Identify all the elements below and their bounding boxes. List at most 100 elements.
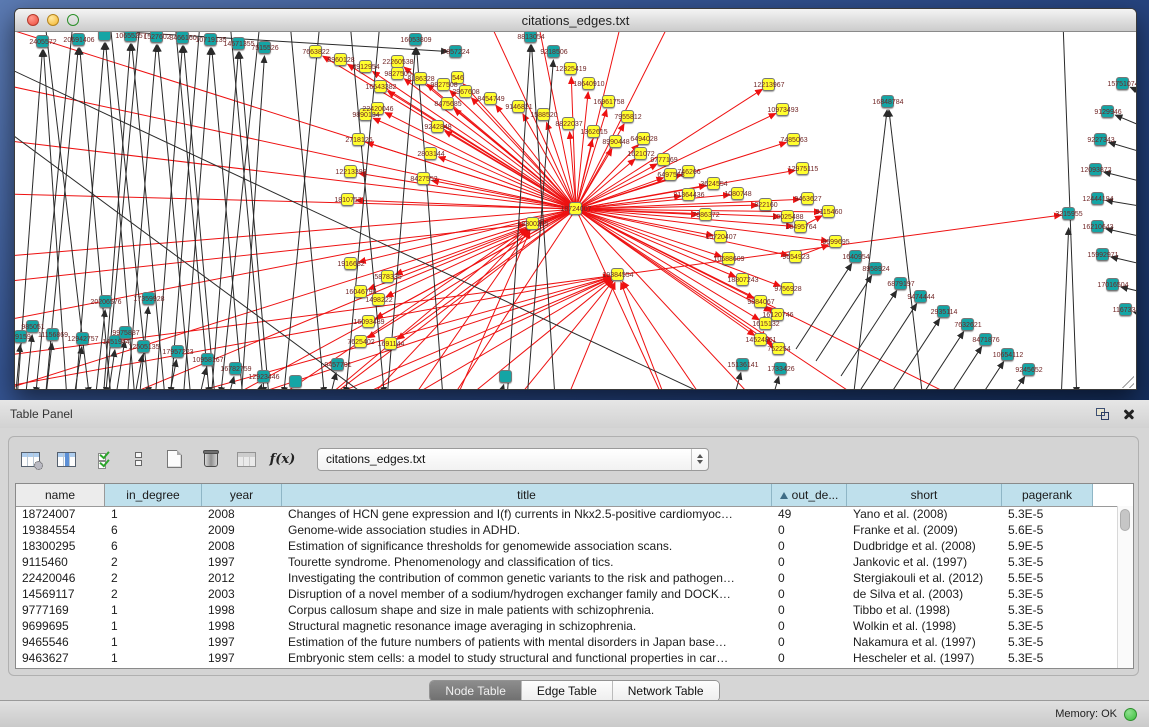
close-panel-icon[interactable] [1123,408,1135,420]
network-node[interactable] [881,95,894,108]
table-cell[interactable]: 5.3E-5 [1002,603,1093,617]
network-node[interactable] [759,317,772,330]
network-node[interactable] [431,120,444,133]
network-node[interactable] [359,108,372,121]
row-height-button[interactable] [125,446,152,473]
table-cell[interactable]: 5.9E-5 [1002,539,1093,553]
table-cell[interactable]: Changes of HCN gene expression and I(f) … [282,507,772,521]
network-node[interactable] [257,370,270,383]
network-node[interactable] [979,333,992,346]
table-cell[interactable]: 2 [105,587,202,601]
network-node[interactable] [682,165,695,178]
network-node[interactable] [587,125,600,138]
network-node[interactable] [564,62,577,75]
table-cell[interactable]: 2 [105,555,202,569]
network-node[interactable] [796,162,809,175]
table-row[interactable]: 977716911998Corpus callosum shape and si… [16,602,1118,618]
table-cell[interactable]: Corpus callosum shape and size in male p… [282,603,772,617]
network-node[interactable] [609,135,622,148]
table-cell[interactable]: 0 [772,587,847,601]
network-node[interactable] [391,67,404,80]
table-cell[interactable]: Estimation of the future numbers of pati… [282,635,772,649]
network-node[interactable] [1089,163,1102,176]
network-node[interactable] [26,320,39,333]
table-cell[interactable]: 0 [772,571,847,585]
table-row[interactable]: 911546021997Tourette syndrome. Phenomeno… [16,554,1118,570]
tab-edge-table[interactable]: Edge Table [521,681,612,701]
network-node[interactable] [664,168,677,181]
network-node[interactable] [526,217,539,230]
table-cell[interactable]: 5.3E-5 [1002,587,1093,601]
network-node[interactable] [437,78,450,91]
table-cell[interactable]: 1 [105,635,202,649]
network-node[interactable] [459,85,472,98]
table-cell[interactable]: 1997 [202,635,282,649]
table-cell[interactable]: 9699695 [16,619,105,633]
table-row[interactable]: 969969511998Structural magnetic resonanc… [16,618,1118,634]
table-cell[interactable]: 5.3E-5 [1002,555,1093,569]
select-columns-button[interactable] [89,446,116,473]
table-cell[interactable]: de Silva et al. (2003) [847,587,1002,601]
table-cell[interactable]: 9463627 [16,651,105,665]
table-cell[interactable]: 1998 [202,619,282,633]
network-node[interactable] [1001,348,1014,361]
table-cell[interactable]: 2012 [202,571,282,585]
table-cell[interactable]: Yano et al. (2008) [847,507,1002,521]
table-cell[interactable]: Wolkin et al. (1998) [847,619,1002,633]
network-node[interactable] [15,330,27,343]
table-cell[interactable]: 0 [772,539,847,553]
network-node[interactable] [771,308,784,321]
network-node[interactable] [331,358,344,371]
network-canvas[interactable]: 2405572206914061065525715276028466160107… [15,32,1136,390]
table-cell[interactable]: Genome-wide association studies in ADHD. [282,523,772,537]
network-node[interactable] [736,358,749,371]
table-cell[interactable]: Investigating the contribution of common… [282,571,772,585]
network-node[interactable] [512,100,525,113]
network-node[interactable] [1062,207,1075,220]
network-node[interactable] [372,293,385,306]
network-node[interactable] [137,340,150,353]
network-node[interactable] [762,78,775,91]
network-node[interactable] [772,342,785,355]
network-node[interactable] [1091,220,1104,233]
network-node[interactable] [371,102,384,115]
network-node[interactable] [781,210,794,223]
network-node[interactable] [150,32,163,43]
network-node[interactable] [731,187,744,200]
network-node[interactable] [754,295,767,308]
table-cell[interactable]: 2003 [202,587,282,601]
table-cell[interactable]: 9465546 [16,635,105,649]
network-node[interactable] [354,285,367,298]
table-cell[interactable]: Hescheler et al. (1997) [847,651,1002,665]
network-node[interactable] [736,273,749,286]
network-node[interactable] [441,97,454,110]
table-cell[interactable]: 2009 [202,523,282,537]
tab-node-table[interactable]: Node Table [430,681,521,701]
table-cell[interactable]: Embryonic stem cells: a model to study s… [282,651,772,665]
table-cell[interactable]: 0 [772,603,847,617]
network-node[interactable] [754,333,767,346]
table-cell[interactable]: 18724007 [16,507,105,521]
network-node[interactable] [354,335,367,348]
network-node[interactable] [781,282,794,295]
table-cell[interactable]: 6 [105,539,202,553]
table-source-dropdown[interactable]: citations_edges.txt [317,448,709,471]
table-row[interactable]: 1830029562008Estimation of significance … [16,538,1118,554]
table-cell[interactable]: 1998 [202,603,282,617]
window-titlebar[interactable]: citations_edges.txt [15,9,1136,32]
table-cell[interactable]: Tibbo et al. (1998) [847,603,1002,617]
table-cell[interactable]: 2008 [202,507,282,521]
network-node[interactable] [582,77,595,90]
network-node[interactable] [937,305,950,318]
table-cell[interactable]: 2 [105,571,202,585]
table-cell[interactable]: 5.3E-5 [1002,635,1093,649]
network-node[interactable] [289,375,302,388]
network-node[interactable] [229,362,242,375]
network-node[interactable] [562,117,575,130]
network-node[interactable] [414,72,427,85]
network-node[interactable] [424,147,437,160]
column-header-out-de-[interactable]: out_de... [772,484,847,506]
network-node[interactable] [374,80,387,93]
network-node[interactable] [124,32,137,42]
network-node[interactable] [776,103,789,116]
